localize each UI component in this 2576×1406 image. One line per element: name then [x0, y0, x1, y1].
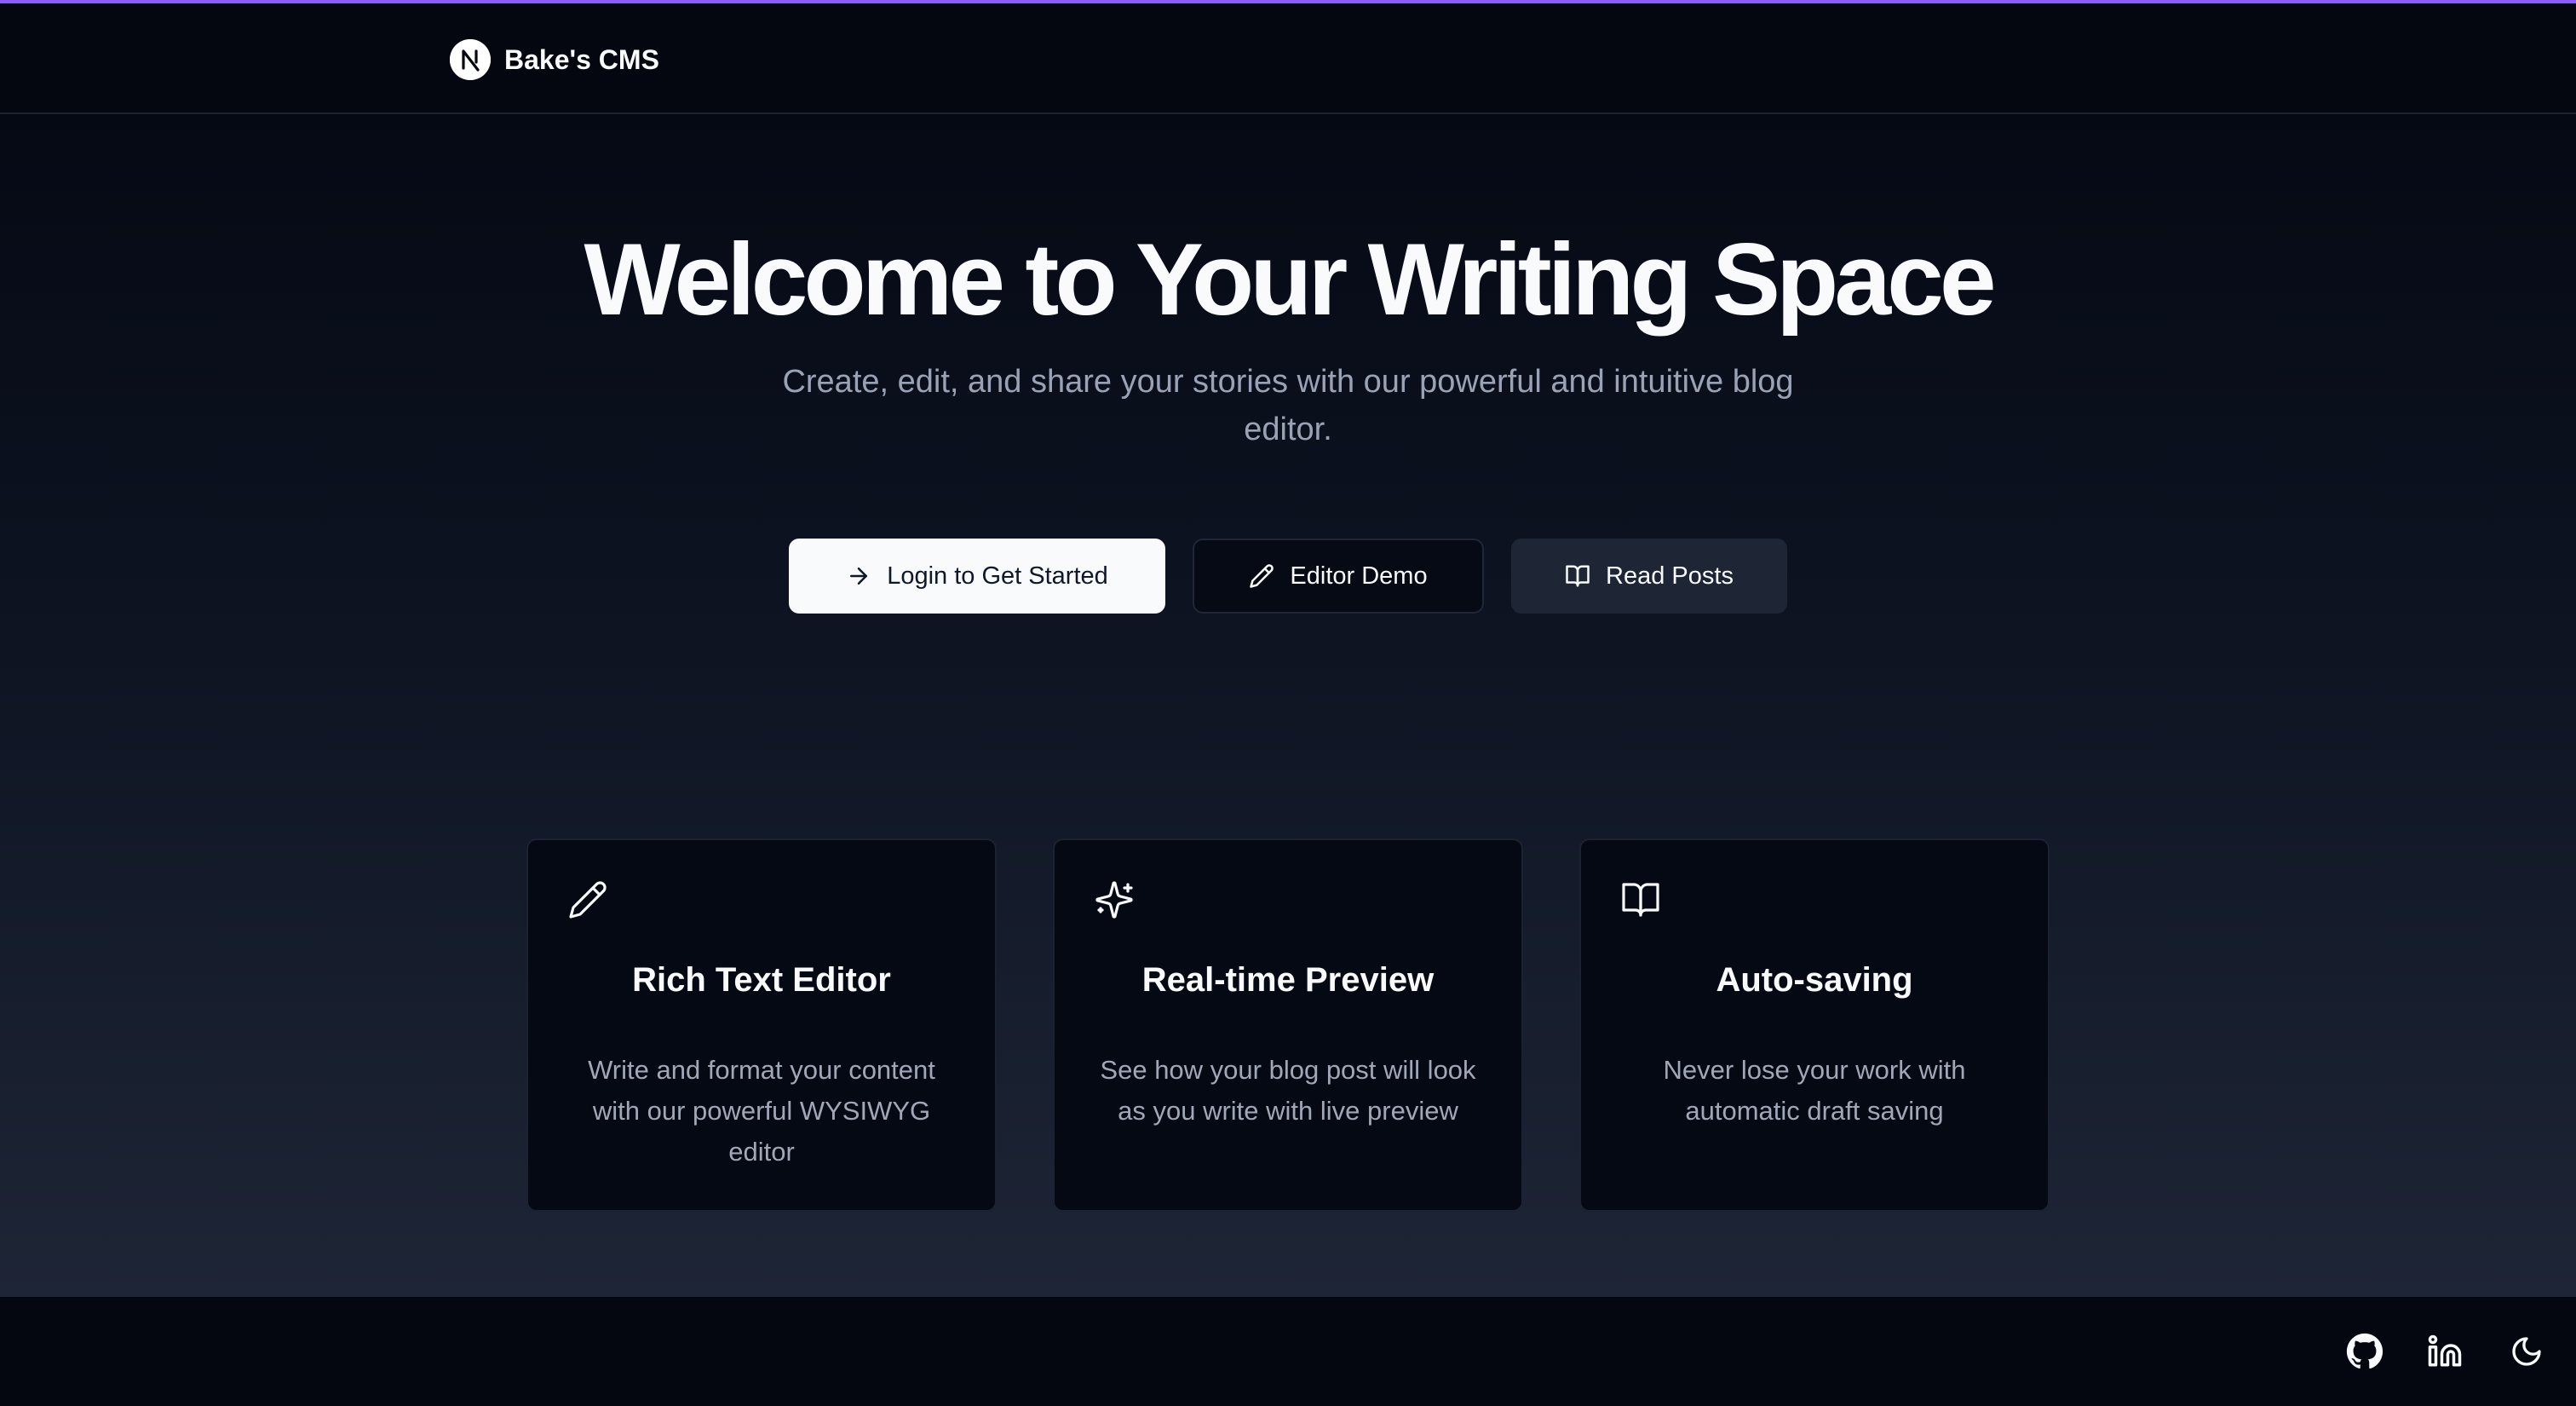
feature-description: Write and format your content with our p… — [588, 1055, 935, 1167]
linkedin-icon[interactable] — [2424, 1331, 2465, 1372]
feature-title: Auto-saving — [1716, 961, 1913, 999]
read-posts-button-label: Read Posts — [1606, 562, 1734, 590]
site-footer — [0, 1297, 2576, 1406]
brand-link[interactable]: Bake's CMS — [450, 37, 659, 82]
feature-card-rich-text-editor: Rich Text Editor Write and format your c… — [526, 838, 997, 1212]
pencil-icon — [567, 879, 608, 920]
feature-card-auto-saving: Auto-saving Never lose your work with au… — [1579, 838, 2050, 1212]
page-title: Welcome to Your Writing Space — [584, 222, 1996, 337]
page-subtitle: Create, edit, and share your stories wit… — [782, 364, 1794, 447]
feature-description: See how your blog post will look as you … — [1100, 1055, 1476, 1126]
moon-icon[interactable] — [2506, 1331, 2547, 1372]
brand-name: Bake's CMS — [504, 43, 659, 75]
book-open-icon — [1620, 879, 1661, 920]
read-posts-button[interactable]: Read Posts — [1511, 539, 1787, 614]
sparkles-icon — [1094, 879, 1135, 920]
site-header: Bake's CMS — [0, 3, 2576, 114]
editor-demo-button[interactable]: Editor Demo — [1193, 539, 1484, 614]
pencil-icon — [1249, 563, 1274, 589]
login-button[interactable]: Login to Get Started — [789, 539, 1165, 614]
editor-demo-button-label: Editor Demo — [1290, 562, 1428, 590]
feature-description: Never lose your work with automatic draf… — [1663, 1055, 1966, 1126]
feature-title: Real-time Preview — [1141, 961, 1435, 999]
github-icon[interactable] — [2344, 1331, 2385, 1372]
arrow-right-icon — [846, 563, 871, 589]
login-button-label: Login to Get Started — [887, 562, 1108, 590]
book-open-icon — [1565, 563, 1590, 589]
nextjs-logo-icon — [450, 39, 491, 80]
feature-card-real-time-preview: Real-time Preview See how your blog post… — [1053, 838, 1523, 1212]
feature-title: Rich Text Editor — [632, 961, 891, 999]
